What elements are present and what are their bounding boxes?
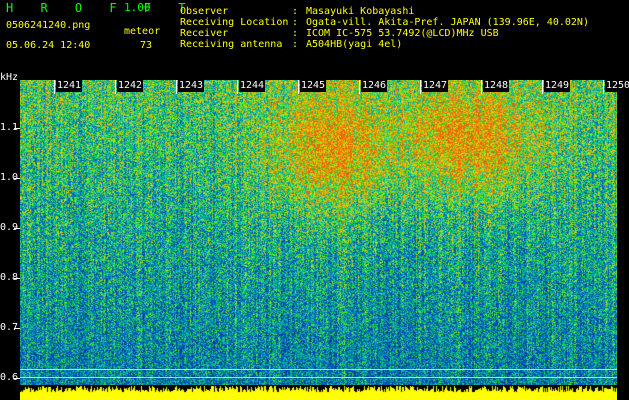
x-tick-mark [420,80,421,94]
y-tick-mark [14,378,20,379]
meteor-label: meteor [124,26,161,37]
antenna-colon: : [292,39,299,50]
x-tick-label: 1243 [178,80,205,92]
antenna-label: Receiving antenna [180,39,283,50]
x-tick-mark [176,80,177,94]
y-tick-mark [14,278,20,279]
x-tick-mark [603,80,604,94]
spectrogram-canvas [20,80,617,385]
x-tick-mark [359,80,360,94]
y-tick-mark [14,178,20,179]
x-tick-label: 1246 [361,80,388,92]
x-tick-label: 1241 [56,80,83,92]
reference-line-lower [20,377,617,378]
capture-datetime: 05.06.24 12:40 [6,40,91,51]
x-tick-label: 1250 [605,80,629,92]
x-tick-mark [481,80,482,94]
x-tick-mark [54,80,55,94]
x-tick-mark [237,80,238,94]
y-axis-unit: kHz [0,72,19,83]
x-tick-label: 1244 [239,80,266,92]
x-tick-mark [298,80,299,94]
x-tick-label: 1247 [422,80,449,92]
reference-line-upper [20,369,617,370]
x-tick-label: 1248 [483,80,510,92]
spectrogram [20,80,617,385]
x-tick-mark [542,80,543,94]
app-version: 1.00 [124,1,151,14]
header-panel: H R O F F T 1.00 0506241240.png meteor 0… [0,0,629,78]
app-name: H R O F F T [6,1,196,15]
signal-level-canvas [20,385,617,400]
image-filename: 0506241240.png [6,20,91,31]
meteor-count: 73 [140,40,153,51]
y-tick-mark [14,128,20,129]
signal-level-bar [20,385,617,400]
x-tick-mark [115,80,116,94]
antenna-value: A504HB(yagi 4el) [306,39,403,50]
y-tick-mark [14,328,20,329]
x-tick-label: 1245 [300,80,327,92]
x-tick-label: 1249 [544,80,571,92]
x-tick-label: 1242 [117,80,144,92]
y-tick-mark [14,228,20,229]
